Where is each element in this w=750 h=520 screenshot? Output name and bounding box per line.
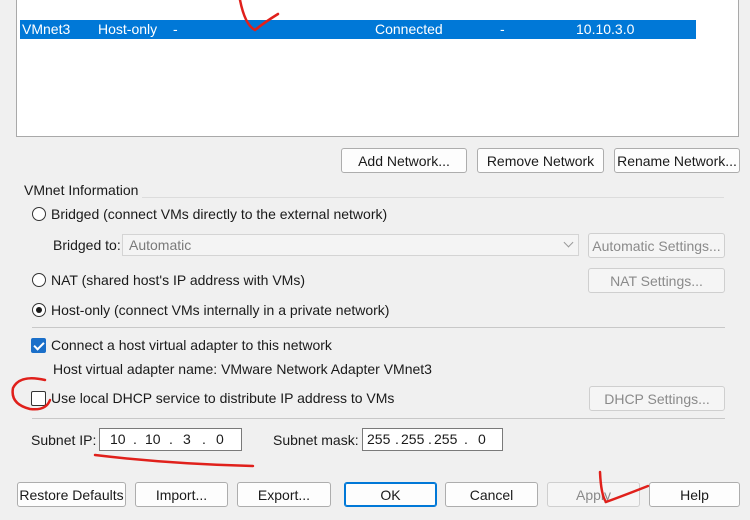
ip-dot: .: [133, 431, 137, 447]
subnet-mask-label: Subnet mask:: [273, 432, 359, 448]
ip-dot: .: [428, 431, 432, 447]
connect-adapter-label[interactable]: Connect a host virtual adapter to this n…: [51, 337, 332, 353]
row-subnet: 10.10.3.0: [576, 21, 635, 37]
chevron-down-icon: [563, 237, 574, 248]
ip-dot: .: [169, 431, 173, 447]
subnet-ip-input[interactable]: 10 . 10 . 3 . 0: [99, 428, 242, 451]
row-host-connection: Connected: [375, 21, 443, 37]
network-row-vmnet3[interactable]: VMnet3 Host-only - Connected - 10.10.3.0: [20, 20, 696, 39]
nat-label[interactable]: NAT (shared host's IP address with VMs): [51, 272, 305, 288]
ip-dot: .: [464, 431, 468, 447]
divider: [32, 327, 725, 328]
rename-network-button[interactable]: Rename Network...: [614, 148, 740, 173]
bridged-label[interactable]: Bridged (connect VMs directly to the ext…: [51, 206, 387, 222]
group-title: VMnet Information: [24, 182, 143, 198]
adapter-name-text: Host virtual adapter name: VMware Networ…: [53, 361, 432, 377]
export-button[interactable]: Export...: [237, 482, 331, 507]
dhcp-checkbox[interactable]: [31, 391, 46, 406]
subnet-ip-label: Subnet IP:: [31, 432, 97, 448]
automatic-settings-button[interactable]: Automatic Settings...: [588, 233, 725, 258]
restore-defaults-button[interactable]: Restore Defaults: [17, 482, 126, 507]
mask-octet-2: 255: [401, 431, 425, 447]
mask-octet-1: 255: [367, 431, 391, 447]
remove-network-button[interactable]: Remove Network: [477, 148, 604, 173]
bridged-to-label: Bridged to:: [53, 237, 121, 253]
row-external: -: [173, 21, 178, 37]
cancel-button[interactable]: Cancel: [445, 482, 538, 507]
divider: [32, 418, 725, 419]
subnet-mask-input[interactable]: 255 . 255 . 255 . 0: [362, 428, 503, 451]
ip-dot: .: [202, 431, 206, 447]
ip-octet-3: 3: [183, 431, 191, 447]
ip-octet-4: 0: [216, 431, 224, 447]
import-button[interactable]: Import...: [135, 482, 228, 507]
bridged-to-select: Automatic: [122, 234, 579, 256]
ok-button[interactable]: OK: [344, 482, 437, 507]
dhcp-label[interactable]: Use local DHCP service to distribute IP …: [51, 390, 394, 406]
ip-octet-2: 10: [145, 431, 161, 447]
bridged-radio[interactable]: [32, 207, 46, 221]
dhcp-settings-button[interactable]: DHCP Settings...: [589, 386, 725, 411]
mask-octet-4: 0: [478, 431, 486, 447]
apply-button[interactable]: Apply: [547, 482, 640, 507]
help-button[interactable]: Help: [649, 482, 740, 507]
add-network-button[interactable]: Add Network...: [341, 148, 467, 173]
row-dhcp: -: [500, 21, 505, 37]
ip-octet-1: 10: [110, 431, 126, 447]
mask-octet-3: 255: [434, 431, 458, 447]
row-type: Host-only: [98, 21, 158, 37]
nat-settings-button[interactable]: NAT Settings...: [588, 268, 725, 293]
row-name: VMnet3: [22, 21, 71, 37]
hostonly-radio[interactable]: [32, 303, 46, 317]
connect-adapter-checkbox[interactable]: [31, 338, 46, 353]
bridged-to-value: Automatic: [129, 237, 192, 253]
nat-radio[interactable]: [32, 273, 46, 287]
ip-dot: .: [395, 431, 399, 447]
hostonly-label[interactable]: Host-only (connect VMs internally in a p…: [51, 302, 389, 318]
